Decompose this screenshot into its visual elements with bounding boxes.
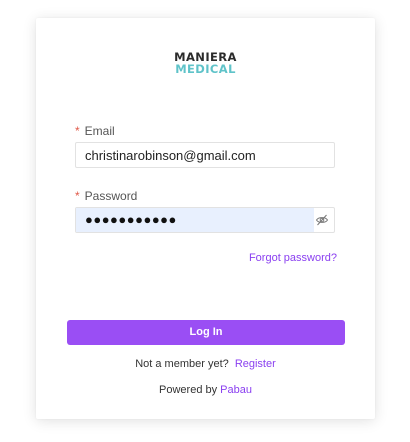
email-value: christinarobinson@gmail.com xyxy=(85,148,256,163)
member-prompt-text: Not a member yet? xyxy=(135,358,229,370)
required-marker: * xyxy=(75,189,80,203)
powered-by: Powered by Pabau xyxy=(36,384,375,396)
powered-by-text: Powered by xyxy=(159,384,218,396)
register-link[interactable]: Register xyxy=(235,358,276,370)
required-marker: * xyxy=(75,124,80,138)
register-prompt: Not a member yet? Register xyxy=(36,358,375,370)
email-label: * Email xyxy=(75,124,115,138)
pabau-link[interactable]: Pabau xyxy=(220,384,252,396)
email-label-text: Email xyxy=(84,124,115,138)
password-label-text: Password xyxy=(84,189,138,203)
login-card: MANIERA MEDICAL * Email christinarobinson… xyxy=(36,18,375,419)
email-field[interactable]: christinarobinson@gmail.com xyxy=(75,142,335,168)
password-field[interactable]: ●●●●●●●●●●● xyxy=(75,207,335,233)
logo-line-2: MEDICAL xyxy=(175,62,236,76)
password-value: ●●●●●●●●●●● xyxy=(85,212,177,227)
eye-slash-icon[interactable] xyxy=(315,213,329,227)
brand-logo: MANIERA MEDICAL xyxy=(36,51,375,75)
password-label: * Password xyxy=(75,189,137,203)
login-button[interactable]: Log In xyxy=(67,320,345,345)
forgot-password-link[interactable]: Forgot password? xyxy=(249,252,337,264)
